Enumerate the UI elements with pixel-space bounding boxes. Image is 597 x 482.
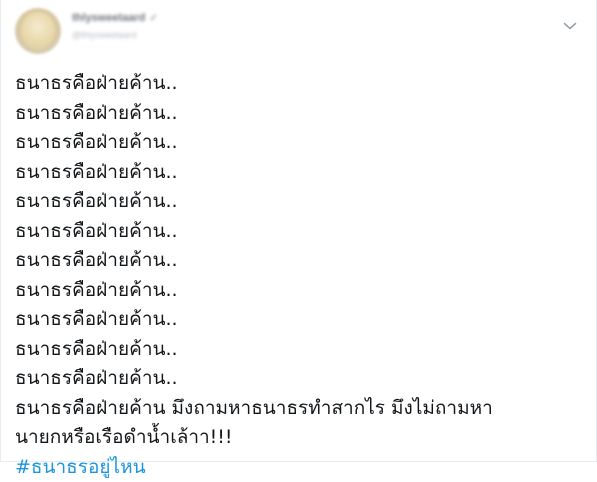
tweet-text-line: ธนาธรคือฝ่ายค้าน มึงถามหาธนาธรทำสากไร มึ…	[15, 396, 493, 419]
tweet-text-line: ธนาธรคือฝ่ายค้าน..	[15, 101, 178, 124]
display-name[interactable]: thlysweetaard	[72, 12, 145, 24]
tweet-text-line: ธนาธรคือฝ่ายค้าน..	[15, 308, 178, 330]
tweet-text-line: นายกหรือเรือดำน้ำเล้าา!!!	[15, 426, 233, 448]
tweet-card: thlysweetaard ✓ @thlysweetaard ธนาธรคือฝ…	[0, 0, 597, 478]
tweet-header: thlysweetaard ✓ @thlysweetaard	[15, 8, 582, 56]
tweet-text-line: ธนาธรคือฝ่ายค้าน..	[15, 337, 178, 360]
tweet-text-line: ธนาธรคือฝ่ายค้าน..	[15, 249, 178, 271]
tweet-text-line: ธนาธรคือฝ่ายค้าน..	[15, 190, 178, 212]
avatar[interactable]	[15, 8, 61, 54]
hashtag-link[interactable]: #ธนาธรอยู่ไหน	[15, 456, 146, 478]
chevron-down-icon[interactable]	[560, 16, 580, 36]
tweet-text-line: ธนาธรคือฝ่ายค้าน..	[15, 219, 178, 242]
tweet-text-line: ธนาธรคือฝ่ายค้าน..	[15, 278, 178, 301]
verified-icon: ✓	[149, 12, 158, 24]
tweet-text-line: ธนาธรคือฝ่ายค้าน..	[15, 131, 178, 153]
tweet-text-line: ธนาธรคือฝ่ายค้าน..	[15, 160, 178, 183]
tweet-text-line: ธนาธรคือฝ่ายค้าน..	[15, 367, 178, 389]
user-handle[interactable]: @thlysweetaard	[72, 30, 158, 40]
tweet-text-line: ธนาธรคือฝ่ายค้าน..	[15, 72, 178, 94]
user-info[interactable]: thlysweetaard ✓ @thlysweetaard	[72, 12, 158, 40]
tweet-text: ธนาธรคือฝ่ายค้าน.. ธนาธรคือฝ่ายค้าน.. ธน…	[15, 69, 585, 482]
